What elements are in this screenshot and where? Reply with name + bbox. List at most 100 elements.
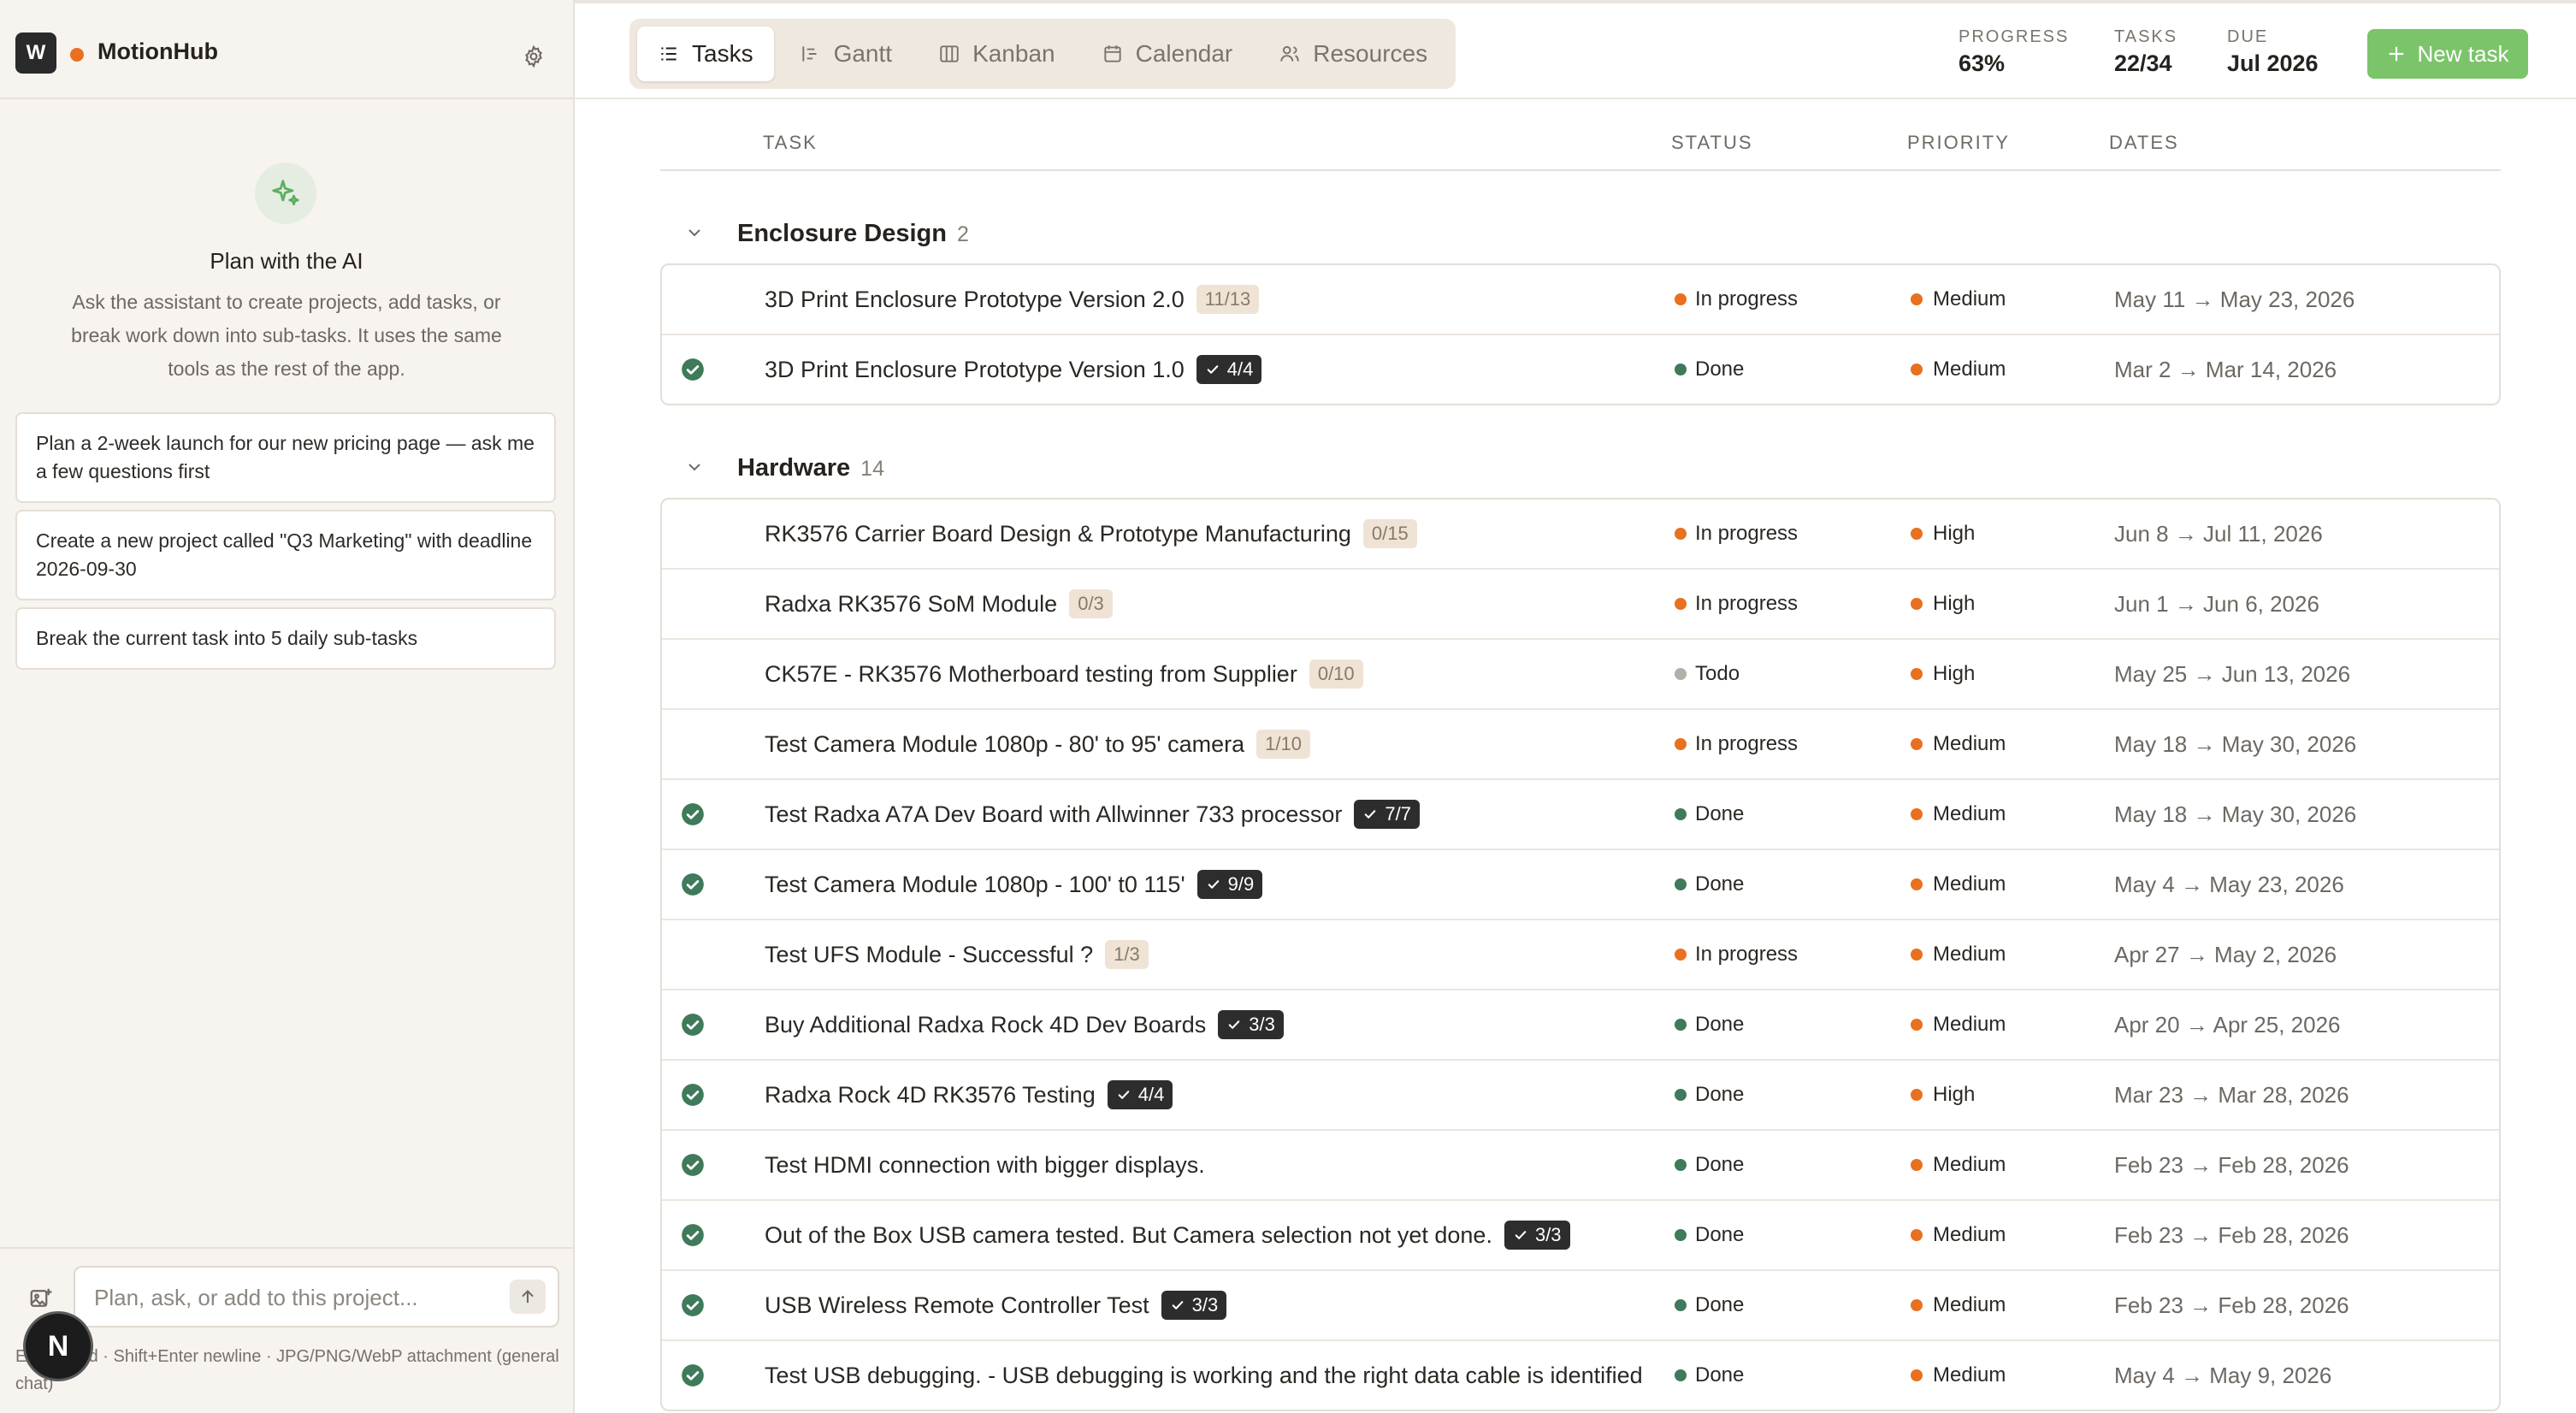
attach-image-button[interactable] xyxy=(24,1281,58,1315)
tab-tasks[interactable]: Tasks xyxy=(637,27,774,81)
task-row[interactable]: Test Radxa A7A Dev Board with Allwinner … xyxy=(662,780,2499,850)
task-name[interactable]: 3D Print Enclosure Prototype Version 1.0 xyxy=(765,357,1185,383)
dates-cell[interactable]: Feb 23 → Feb 28, 2026 xyxy=(2114,1131,2349,1199)
task-row[interactable]: 3D Print Enclosure Prototype Version 2.0… xyxy=(662,265,2499,335)
priority-cell[interactable]: High xyxy=(1911,570,1975,638)
task-row[interactable]: Buy Additional Radxa Rock 4D Dev Boards 3… xyxy=(662,990,2499,1061)
status-cell[interactable]: In progress xyxy=(1675,570,1798,638)
suggestion-chip[interactable]: Break the current task into 5 daily sub-… xyxy=(15,607,556,670)
check-circle-icon[interactable] xyxy=(681,1153,705,1177)
priority-cell[interactable]: Medium xyxy=(1911,1201,2006,1269)
status-cell[interactable]: Done xyxy=(1675,1201,1744,1269)
status-cell[interactable]: Done xyxy=(1675,1271,1744,1339)
task-name[interactable]: Radxa RK3576 SoM Module xyxy=(765,591,1057,618)
task-row[interactable]: Test USB debugging. - USB debugging is w… xyxy=(662,1341,2499,1410)
task-name[interactable]: CK57E - RK3576 Motherboard testing from … xyxy=(765,661,1297,688)
task-row[interactable]: Radxa RK3576 SoM Module 0/3 In progress Hig… xyxy=(662,570,2499,640)
dates-cell[interactable]: May 11 → May 23, 2026 xyxy=(2114,265,2354,334)
task-row[interactable]: Radxa Rock 4D RK3576 Testing 4/4 Done High M… xyxy=(662,1061,2499,1131)
priority-cell[interactable]: Medium xyxy=(1911,920,2006,989)
task-name[interactable]: Buy Additional Radxa Rock 4D Dev Boards xyxy=(765,1012,1206,1038)
status-cell[interactable]: Done xyxy=(1675,1061,1744,1129)
status-cell[interactable]: Done xyxy=(1675,780,1744,848)
dates-cell[interactable]: Apr 20 → Apr 25, 2026 xyxy=(2114,990,2341,1059)
task-name[interactable]: 3D Print Enclosure Prototype Version 2.0 xyxy=(765,287,1185,313)
priority-cell[interactable]: High xyxy=(1911,1061,1975,1129)
task-row[interactable]: Test Camera Module 1080p - 80' to 95' ca… xyxy=(662,710,2499,780)
task-name[interactable]: Test USB debugging. - USB debugging is w… xyxy=(765,1363,1643,1389)
tab-resources[interactable]: Resources xyxy=(1258,27,1448,81)
task-name[interactable]: Test HDMI connection with bigger display… xyxy=(765,1152,1205,1179)
priority-cell[interactable]: Medium xyxy=(1911,335,2006,404)
send-button[interactable] xyxy=(510,1280,546,1314)
column-header-status[interactable]: STATUS xyxy=(1671,132,1753,154)
task-row[interactable]: Out of the Box USB camera tested. But Ca… xyxy=(662,1201,2499,1271)
dates-cell[interactable]: May 4 → May 23, 2026 xyxy=(2114,850,2344,919)
priority-cell[interactable]: Medium xyxy=(1911,1271,2006,1339)
task-row[interactable]: 3D Print Enclosure Prototype Version 1.0… xyxy=(662,335,2499,404)
task-name[interactable]: Test Camera Module 1080p - 100' t0 115' xyxy=(765,872,1185,898)
settings-button[interactable] xyxy=(518,41,549,72)
task-name[interactable]: Out of the Box USB camera tested. But Ca… xyxy=(765,1222,1492,1249)
priority-cell[interactable]: Medium xyxy=(1911,710,2006,778)
task-row[interactable]: RK3576 Carrier Board Design & Prototype … xyxy=(662,500,2499,570)
chevron-down-icon[interactable] xyxy=(684,222,705,243)
priority-cell[interactable]: Medium xyxy=(1911,1131,2006,1199)
status-cell[interactable]: In progress xyxy=(1675,920,1798,989)
priority-cell[interactable]: Medium xyxy=(1911,265,2006,334)
check-circle-icon[interactable] xyxy=(681,1363,705,1387)
suggestion-chip[interactable]: Plan a 2-week launch for our new pricing… xyxy=(15,412,556,503)
priority-cell[interactable]: Medium xyxy=(1911,1341,2006,1410)
task-name[interactable]: Test Camera Module 1080p - 80' to 95' ca… xyxy=(765,731,1244,758)
status-cell[interactable]: In progress xyxy=(1675,710,1798,778)
status-cell[interactable]: Done xyxy=(1675,1341,1744,1410)
priority-cell[interactable]: Medium xyxy=(1911,780,2006,848)
chevron-down-icon[interactable] xyxy=(684,457,705,477)
status-cell[interactable]: In progress xyxy=(1675,265,1798,334)
check-circle-icon[interactable] xyxy=(681,1083,705,1107)
tab-kanban[interactable]: Kanban xyxy=(918,27,1076,81)
suggestion-chip[interactable]: Create a new project called "Q3 Marketin… xyxy=(15,510,556,600)
column-header-priority[interactable]: PRIORITY xyxy=(1907,132,2010,154)
workspace-avatar[interactable]: W xyxy=(15,33,56,74)
status-cell[interactable]: Done xyxy=(1675,990,1744,1059)
dates-cell[interactable]: May 18 → May 30, 2026 xyxy=(2114,710,2356,778)
status-cell[interactable]: Todo xyxy=(1675,640,1740,708)
dates-cell[interactable]: Jun 1 → Jun 6, 2026 xyxy=(2114,570,2319,638)
dates-cell[interactable]: Mar 2 → Mar 14, 2026 xyxy=(2114,335,2337,404)
dates-cell[interactable]: Feb 23 → Feb 28, 2026 xyxy=(2114,1271,2349,1339)
dates-cell[interactable]: Apr 27 → May 2, 2026 xyxy=(2114,920,2337,989)
status-cell[interactable]: Done xyxy=(1675,1131,1744,1199)
task-name[interactable]: USB Wireless Remote Controller Test xyxy=(765,1292,1149,1319)
task-name[interactable]: RK3576 Carrier Board Design & Prototype … xyxy=(765,521,1351,547)
priority-cell[interactable]: Medium xyxy=(1911,850,2006,919)
task-row[interactable]: USB Wireless Remote Controller Test 3/3 Do… xyxy=(662,1271,2499,1341)
task-name[interactable]: Test Radxa A7A Dev Board with Allwinner … xyxy=(765,801,1342,828)
priority-cell[interactable]: High xyxy=(1911,500,1975,568)
status-cell[interactable]: Done xyxy=(1675,335,1744,404)
chat-input[interactable] xyxy=(92,1268,489,1327)
dates-cell[interactable]: Jun 8 → Jul 11, 2026 xyxy=(2114,500,2323,568)
task-row[interactable]: Test HDMI connection with bigger display… xyxy=(662,1131,2499,1201)
dates-cell[interactable]: Feb 23 → Feb 28, 2026 xyxy=(2114,1201,2349,1269)
task-name[interactable]: Radxa Rock 4D RK3576 Testing xyxy=(765,1082,1096,1109)
priority-cell[interactable]: High xyxy=(1911,640,1975,708)
check-circle-icon[interactable] xyxy=(681,802,705,826)
task-name[interactable]: Test UFS Module - Successful ? xyxy=(765,942,1093,968)
check-circle-icon[interactable] xyxy=(681,872,705,896)
new-task-button[interactable]: New task xyxy=(2367,29,2528,79)
check-circle-icon[interactable] xyxy=(681,1223,705,1247)
task-row[interactable]: Test UFS Module - Successful ? 1/3 In prog… xyxy=(662,920,2499,990)
task-row[interactable]: Test Camera Module 1080p - 100' t0 115' 9… xyxy=(662,850,2499,920)
dates-cell[interactable]: May 18 → May 30, 2026 xyxy=(2114,780,2356,848)
tab-calendar[interactable]: Calendar xyxy=(1081,27,1254,81)
dates-cell[interactable]: May 4 → May 9, 2026 xyxy=(2114,1341,2331,1410)
tab-gantt[interactable]: Gantt xyxy=(779,27,913,81)
status-cell[interactable]: In progress xyxy=(1675,500,1798,568)
task-row[interactable]: CK57E - RK3576 Motherboard testing from … xyxy=(662,640,2499,710)
dates-cell[interactable]: May 25 → Jun 13, 2026 xyxy=(2114,640,2350,708)
dates-cell[interactable]: Mar 23 → Mar 28, 2026 xyxy=(2114,1061,2349,1129)
check-circle-icon[interactable] xyxy=(681,1013,705,1037)
user-avatar[interactable]: N xyxy=(26,1314,91,1379)
check-circle-icon[interactable] xyxy=(681,358,705,381)
